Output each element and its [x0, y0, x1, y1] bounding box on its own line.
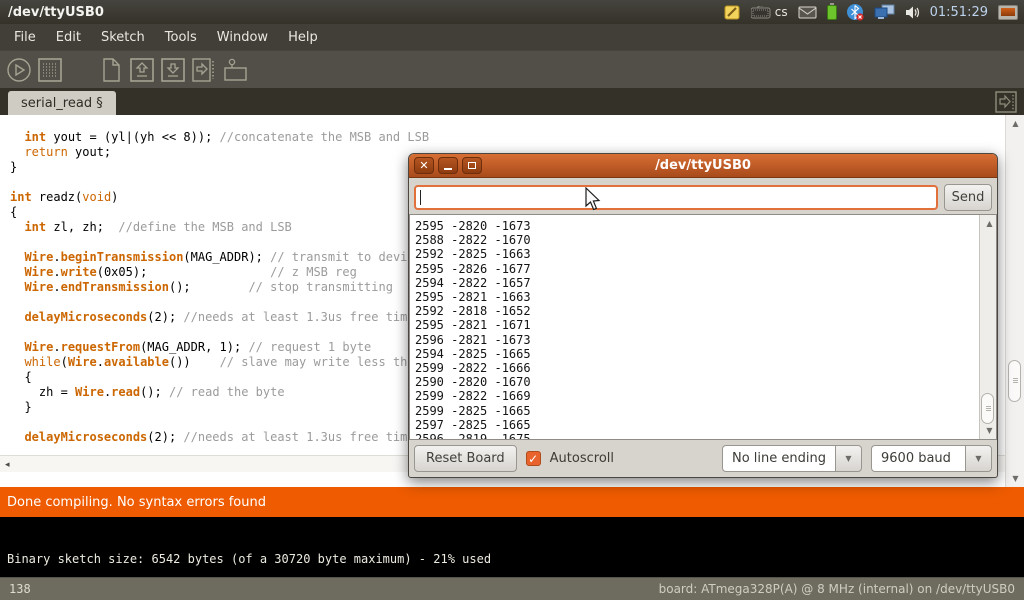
scroll-down-icon[interactable]: ▼ [1006, 474, 1024, 483]
notes-icon[interactable] [724, 4, 741, 21]
code-line: { [10, 205, 429, 220]
code-line: return yout; [10, 145, 429, 160]
code-line: int zl, zh; //define the MSB and LSB [10, 220, 429, 235]
code-line: Wire.write(0x05); // z MSB reg [10, 265, 429, 280]
verify-icon[interactable] [6, 57, 32, 83]
menu-tools[interactable]: Tools [155, 30, 207, 45]
code-line [10, 415, 429, 430]
tab-bar: serial_read § [0, 88, 1024, 115]
menu-sketch[interactable]: Sketch [91, 30, 155, 45]
serial-scrollbar[interactable]: ▲ ▼ [979, 215, 996, 439]
open-icon[interactable] [129, 57, 155, 83]
mail-icon[interactable] [798, 6, 817, 19]
baud-rate-select[interactable]: 9600 baud [871, 445, 992, 472]
line-ending-select[interactable]: No line ending [722, 445, 862, 472]
battery-icon[interactable] [827, 5, 837, 20]
code-line: int yout = (yl|(yh << 8)); //concatenate… [10, 130, 429, 145]
tab-menu-icon[interactable] [995, 91, 1017, 113]
code-line [10, 295, 429, 310]
new-sketch-icon[interactable] [98, 57, 124, 83]
code-line: } [10, 400, 429, 415]
scrollbar-thumb[interactable] [981, 393, 994, 424]
code-line: delayMicroseconds(2); //needs at least 1… [10, 310, 429, 325]
console-output: Binary sketch size: 6542 bytes (of a 307… [7, 552, 491, 566]
bluetooth-icon[interactable] [847, 4, 864, 21]
serial-output[interactable]: 2595 -2820 -1673 2588 -2822 -1670 2592 -… [409, 214, 997, 440]
code-area[interactable]: int yout = (yl|(yh << 8)); //concatenate… [10, 130, 429, 445]
editor-vertical-scrollbar[interactable]: ▲ ▼ [1005, 115, 1024, 487]
stop-icon[interactable] [37, 57, 63, 83]
mouse-cursor [585, 187, 602, 215]
close-icon[interactable]: ✕ [414, 157, 434, 174]
autoscroll-label: Autoscroll [550, 451, 614, 466]
menu-file[interactable]: File [4, 30, 46, 45]
code-line [10, 325, 429, 340]
window-title: /dev/ttyUSB0 [0, 5, 104, 20]
serial-monitor-icon[interactable] [222, 57, 250, 83]
board-info: board: ATmega328P(A) @ 8 MHz (internal) … [659, 582, 1015, 596]
serial-output-text: 2595 -2820 -1673 2588 -2822 -1670 2592 -… [410, 215, 979, 439]
chevron-down-icon[interactable] [835, 445, 862, 472]
cursor-line-number: 138 [9, 582, 31, 596]
line-ending-value: No line ending [722, 445, 835, 472]
scroll-up-icon[interactable]: ▲ [980, 219, 997, 228]
serial-window-title: /dev/ttyUSB0 [409, 158, 997, 173]
autoscroll-checkbox[interactable] [526, 451, 541, 466]
clock[interactable]: 01:51:29 [930, 5, 988, 20]
maximize-icon[interactable] [462, 157, 482, 174]
code-line: while(Wire.available()) // slave may wri… [10, 355, 429, 370]
menu-edit[interactable]: Edit [46, 30, 91, 45]
menu-help[interactable]: Help [278, 30, 328, 45]
status-footer: 138 board: ATmega328P(A) @ 8 MHz (intern… [0, 577, 1024, 600]
code-line: Wire.beginTransmission(MAG_ADDR); // tra… [10, 250, 429, 265]
serial-input-row: Send [409, 180, 997, 214]
serial-monitor-window: /dev/ttyUSB0 ✕ Send 2595 -2820 -1673 258… [408, 153, 998, 478]
send-button[interactable]: Send [944, 184, 992, 211]
code-line [10, 235, 429, 250]
tab-label: serial_read § [21, 96, 103, 111]
code-line: Wire.requestFrom(MAG_ADDR, 1); // reques… [10, 340, 429, 355]
keyboard-icon[interactable] [751, 6, 771, 19]
scroll-up-icon[interactable]: ▲ [1006, 119, 1024, 128]
reset-board-button[interactable]: Reset Board [414, 445, 517, 472]
tab-serial-read[interactable]: serial_read § [8, 91, 116, 115]
build-console: Binary sketch size: 6542 bytes (of a 307… [0, 517, 1024, 577]
code-line: } [10, 160, 429, 175]
keyboard-layout-label[interactable]: cs [775, 5, 788, 19]
serial-titlebar[interactable]: /dev/ttyUSB0 ✕ [409, 154, 997, 178]
text-caret [420, 190, 421, 205]
chevron-down-icon[interactable] [965, 445, 992, 472]
compile-status-bar: Done compiling. No syntax errors found [0, 487, 1024, 517]
code-line: Wire.endTransmission(); // stop transmit… [10, 280, 429, 295]
scroll-left-icon[interactable]: ◂ [5, 460, 10, 470]
baud-rate-value: 9600 baud [871, 445, 965, 472]
minimize-icon[interactable] [438, 157, 458, 174]
desktop-panel: /dev/ttyUSB0 cs 01:51:29 [0, 0, 1024, 24]
code-line: zh = Wire.read(); // read the byte [10, 385, 429, 400]
code-line [10, 175, 429, 190]
code-line: delayMicroseconds(2); //needs at least 1… [10, 430, 429, 445]
system-tray: cs 01:51:29 [724, 0, 1024, 24]
code-line: int readz(void) [10, 190, 429, 205]
compile-status-message: Done compiling. No syntax errors found [7, 495, 266, 510]
code-line: { [10, 370, 429, 385]
scroll-down-icon[interactable]: ▼ [980, 426, 997, 435]
session-monitor-icon[interactable] [998, 5, 1018, 20]
menu-bar: FileEditSketchToolsWindowHelp [0, 24, 1024, 50]
menu-window[interactable]: Window [207, 30, 278, 45]
serial-controls: Reset Board Autoscroll No line ending 96… [409, 440, 997, 477]
toolbar [0, 50, 1024, 88]
upload-icon[interactable] [191, 57, 217, 83]
volume-icon[interactable] [905, 5, 920, 20]
serial-input[interactable] [414, 185, 938, 210]
network-icon[interactable] [874, 4, 895, 20]
save-icon[interactable] [160, 57, 186, 83]
scrollbar-thumb[interactable] [1008, 360, 1021, 402]
